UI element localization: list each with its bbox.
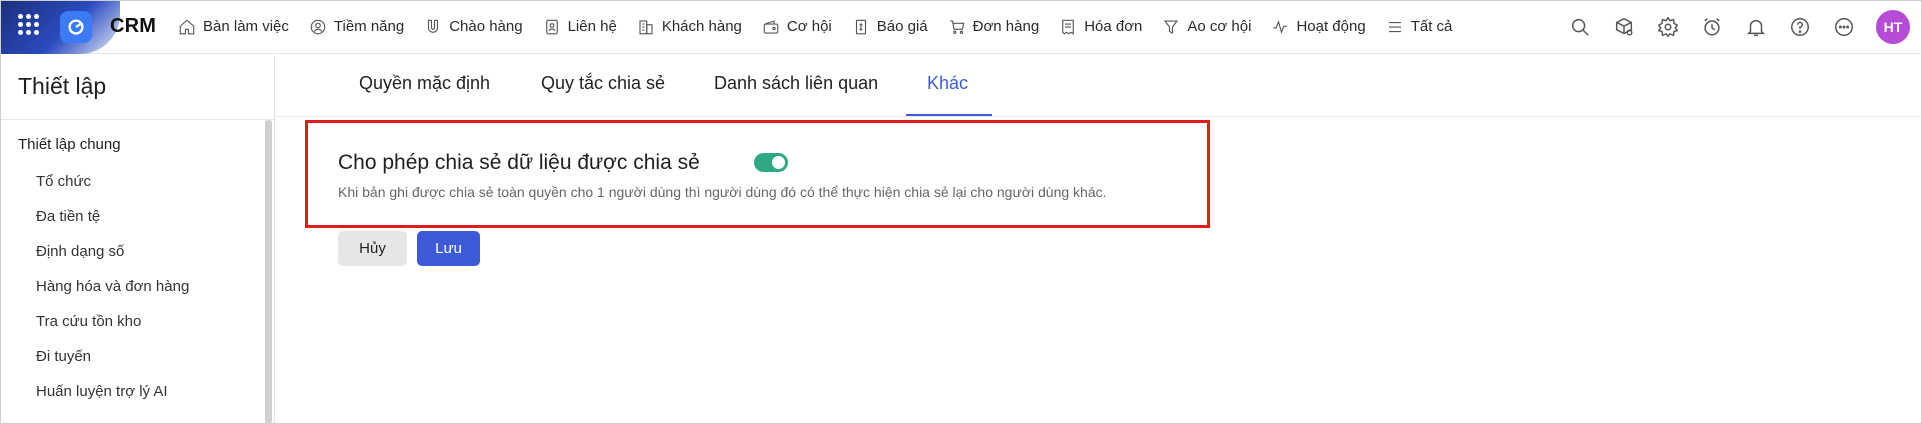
package-search-icon[interactable] (1612, 15, 1636, 39)
nav-label: Chào hàng (449, 18, 523, 35)
nav-label: Hoạt động (1296, 18, 1366, 35)
settings-tabs: Quyền mặc định Quy tắc chia sẻ Danh sách… (276, 55, 1922, 117)
settings-sidebar: Thiết lập Thiết lập chung Tổ chức Đa tiề… (0, 55, 275, 424)
app-launcher-icon[interactable] (18, 13, 40, 36)
target-person-icon (310, 19, 326, 34)
alarm-icon[interactable] (1700, 15, 1724, 39)
bell-icon[interactable] (1744, 15, 1768, 39)
sidebar-item-tra-cuu-ton-kho[interactable]: Tra cứu tồn kho (36, 313, 189, 348)
nav-label: Ao cơ hội (1187, 18, 1252, 35)
share-toggle[interactable] (754, 153, 788, 172)
brand-area: CRM (0, 0, 160, 54)
activity-icon (1273, 19, 1288, 34)
sidebar-item-dinh-dang-so[interactable]: Định dạng số (36, 243, 189, 278)
sidebar-item-to-chuc[interactable]: Tổ chức (36, 173, 189, 208)
sidebar-item-hang-hoa-don-hang[interactable]: Hàng hóa và đơn hàng (36, 278, 189, 313)
cart-icon (949, 19, 965, 34)
sidebar-item-di-tuyen[interactable]: Đi tuyến (36, 348, 189, 383)
home-icon (179, 18, 195, 34)
tab-quyen-mac-dinh[interactable]: Quyền mặc định (359, 73, 490, 94)
nav-label: Đơn hàng (972, 18, 1040, 35)
nav-item-khach-hang[interactable]: Khách hàng (637, 18, 742, 36)
save-button[interactable]: Lưu (417, 231, 480, 266)
contact-icon (545, 19, 558, 34)
nav-item-lien-he[interactable]: Liên hệ (543, 18, 617, 36)
quote-icon (855, 19, 866, 34)
nav-item-ao-co-hoi[interactable]: Ao cơ hội (1162, 18, 1251, 36)
more-icon[interactable] (1832, 15, 1856, 39)
setting-title: Cho phép chia sẻ dữ liệu được chia sẻ (338, 151, 700, 174)
nav-label: Cơ hội (786, 18, 832, 35)
top-navbar: CRM Bàn làm việc Tiềm năng Chào hàng Liê… (0, 0, 1922, 54)
sidebar-item-huan-luyen-ai[interactable]: Huấn luyện trợ lý AI (36, 383, 189, 418)
nav-item-chao-hang[interactable]: Chào hàng (424, 18, 523, 36)
tab-quy-tac-chia-se[interactable]: Quy tắc chia sẻ (541, 73, 665, 94)
nav-item-hoat-dong[interactable]: Hoạt động (1271, 18, 1366, 36)
sidebar-list: Tổ chức Đa tiền tệ Định dạng số Hàng hóa… (36, 173, 189, 418)
nav-label: Tiềm năng (333, 18, 405, 35)
sidebar-scrollbar[interactable] (265, 120, 272, 424)
header-actions: HT (1568, 0, 1910, 54)
user-avatar[interactable]: HT (1876, 10, 1910, 44)
active-tab-indicator (906, 114, 992, 116)
tab-danh-sach-lien-quan[interactable]: Danh sách liên quan (714, 73, 878, 94)
nav-label: Bàn làm việc (203, 18, 289, 35)
brand-name[interactable]: CRM (110, 15, 156, 38)
nav-label: Báo giá (876, 18, 928, 35)
nav-label: Liên hệ (567, 18, 617, 35)
nav-item-co-hoi[interactable]: Cơ hội (762, 18, 832, 36)
nav-item-hoa-don[interactable]: Hóa đơn (1059, 18, 1142, 36)
building-icon (639, 19, 653, 34)
nav-item-don-hang[interactable]: Đơn hàng (948, 18, 1040, 36)
setting-description: Khi bản ghi được chia sẻ toàn quyền cho … (338, 184, 1107, 200)
magnet-icon (428, 19, 439, 33)
sidebar-group-title[interactable]: Thiết lập chung (18, 136, 121, 153)
invoice-icon (1062, 19, 1074, 35)
main-nav: Bàn làm việc Tiềm năng Chào hàng Liên hệ… (178, 0, 1472, 54)
funnel-icon (1164, 19, 1179, 34)
gear-icon[interactable] (1656, 15, 1680, 39)
crm-logo-icon[interactable] (60, 10, 92, 43)
nav-item-tat-ca[interactable]: Tất cả (1386, 18, 1453, 36)
cancel-button[interactable]: Hủy (338, 231, 407, 266)
nav-item-tiem-nang[interactable]: Tiềm năng (309, 18, 404, 36)
search-icon[interactable] (1568, 15, 1592, 39)
nav-item-bao-gia[interactable]: Báo giá (852, 18, 928, 36)
tab-khac[interactable]: Khác (927, 73, 968, 94)
wallet-icon (763, 19, 779, 34)
sidebar-title: Thiết lập (18, 73, 107, 99)
menu-icon (1388, 21, 1401, 32)
nav-label: Khách hàng (661, 18, 742, 35)
divider (0, 119, 275, 120)
nav-label: Hóa đơn (1084, 18, 1143, 35)
nav-item-ban-lam-viec[interactable]: Bàn làm việc (178, 18, 289, 36)
sidebar-item-da-tien-te[interactable]: Đa tiền tệ (36, 208, 189, 243)
nav-label: Tất cả (1410, 18, 1453, 35)
help-icon[interactable] (1788, 15, 1812, 39)
